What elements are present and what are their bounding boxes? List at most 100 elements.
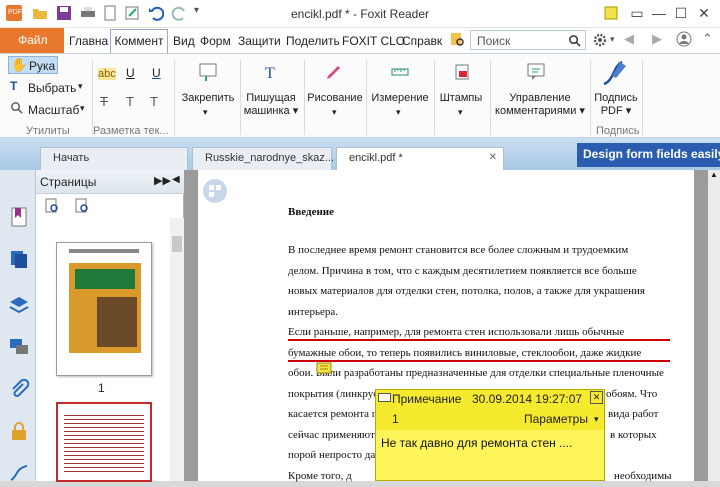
zoom-tool-button[interactable]: Масштаб ▾ [10,101,90,119]
search-tool-icon[interactable] [450,32,466,48]
pages-panel-toolbar [36,194,184,218]
stamps-chevron-icon[interactable]: ▾ [458,107,463,118]
tab-comment[interactable]: Коммент [110,29,168,53]
svg-text:T: T [265,65,275,82]
sign-label-2: PDF [600,105,623,117]
settings-chevron-icon[interactable]: ▾ [610,34,615,45]
settings-gear-icon[interactable] [592,32,608,48]
tab-encikl[interactable]: encikl.pdf * ✕ [336,147,504,170]
insert-text-icon[interactable]: T [150,94,158,109]
attachments-icon[interactable] [8,378,30,400]
text-line: обои. Были разработаны предназначенные д… [288,367,664,379]
zoom-icon [11,102,23,114]
options-chevron-icon[interactable]: ▾ [594,414,599,425]
nav-back-icon[interactable]: ◀ [624,31,634,47]
select-text-icon: T [10,79,18,93]
select-tool-button[interactable]: T Выбрать ▾ [10,79,88,97]
pages-icon[interactable] [8,248,30,270]
page-thumbnail-1[interactable] [56,242,152,376]
promo-banner[interactable]: Design form fields easily [577,143,720,167]
ruler-icon[interactable] [390,62,410,82]
sign-label-1: Подпись [594,92,638,104]
hand-tool-button[interactable]: ✋ Рука [8,56,58,74]
tab-foxit-cloud[interactable]: FOXIT CLO [342,32,405,53]
group-utilities-label: Утилиты [26,125,70,137]
underline-annotation[interactable] [288,339,670,341]
typewriter-icon[interactable]: T [262,62,282,82]
measure-chevron-icon[interactable]: ▾ [396,107,401,118]
close-tab-icon[interactable]: ✕ [489,148,497,168]
text-line: делом. Причина в том, что с каждым десят… [288,264,637,277]
select-label: Выбрать [28,81,77,95]
tab-file[interactable]: Файл [0,28,64,53]
bookmarks-icon[interactable] [8,206,30,228]
page-zoom-out-icon[interactable] [44,198,60,214]
pin-label[interactable]: Закрепить [180,92,236,105]
pencil-icon[interactable] [324,62,344,82]
note-text[interactable]: Не так давно для ремонта стен .... [381,436,572,450]
panel-collapse-icon[interactable]: ◀ [172,174,180,185]
thumbnails-scrollbar[interactable] [170,218,184,481]
tab-form[interactable]: Форм [200,32,231,53]
panel-expand-icon[interactable]: ▶▶ [154,174,171,187]
text-line-right: вида работ [608,408,659,420]
collapse-ribbon-icon[interactable]: ⌃ [702,31,713,47]
note-number: 1 [392,412,399,426]
qr-code-icon[interactable] [202,178,228,204]
highlight-text-icon[interactable]: abc [98,68,116,80]
tab-share[interactable]: Поделить [286,32,340,53]
scroll-up-icon[interactable]: ▲ [710,170,718,179]
close-note-icon[interactable]: ✕ [590,391,603,404]
group-sign-label: Подпись [596,125,640,137]
replace-text-icon[interactable]: T [126,94,134,109]
tab-protect[interactable]: Защити [238,32,281,53]
scroll-thumb[interactable] [172,236,182,252]
note-options-button[interactable]: Параметры [524,412,588,426]
nav-forward-icon[interactable]: ▶ [652,31,662,47]
sign-pdf-icon[interactable] [600,58,630,88]
zoom-chevron-icon: ▾ [80,103,85,113]
squiggly-underline-icon[interactable]: U [152,66,161,80]
hand-icon: ✋ [11,57,28,72]
search-icon[interactable] [568,34,581,47]
tab-home[interactable]: Главна [69,32,108,53]
restore-icon[interactable]: ▭ [628,4,646,22]
page-thumbnail-2[interactable] [56,402,152,482]
measure-label[interactable]: Измерение [368,92,432,105]
tab-help[interactable]: Справк [402,32,442,53]
tab-start[interactable]: Начать [40,147,188,170]
underline-text-icon[interactable]: U [126,66,135,80]
pin-note-icon[interactable] [198,62,218,82]
pin-chevron-icon[interactable]: ▾ [203,107,208,118]
minimize-icon[interactable]: — [650,4,668,22]
select-chevron-icon: ▾ [78,81,83,91]
group-text-markup-label: Разметка тек... [93,125,169,137]
drawing-label[interactable]: Рисование [306,92,364,105]
note-marker-icon[interactable] [316,362,332,376]
strikeout-text-icon[interactable]: T [100,94,108,109]
stamp-icon[interactable] [452,62,472,82]
manage-comments-label[interactable]: Управление комментариями ▾ [492,92,588,118]
pages-panel: Страницы ▶▶ ◀ 1 [36,170,184,482]
typewriter-label[interactable]: Пишущая машинка ▾ [242,92,300,118]
document-scrollbar[interactable]: ▲ [708,170,720,481]
comments-list-icon[interactable] [8,336,30,358]
tab-view[interactable]: Вид [173,32,195,53]
search-input[interactable]: Поиск [470,30,586,50]
comment-popup[interactable]: Примечание 30.09.2014 19:27:07 ✕ 1 Парам… [375,389,605,481]
security-lock-icon[interactable] [8,420,30,442]
sticky-icon[interactable] [603,5,619,21]
drawing-chevron-icon[interactable]: ▾ [332,107,337,118]
tab-russkie-skazki[interactable]: Russkie_narodnye_skaz... [192,147,334,170]
user-icon[interactable] [676,31,692,47]
sign-pdf-label[interactable]: Подпись PDF ▾ [592,92,640,118]
layers-icon[interactable] [8,294,30,316]
stamps-label[interactable]: Штампы [436,92,486,105]
manage-label-2: комментариями [495,105,577,117]
underline-annotation[interactable] [288,360,670,362]
manage-comments-icon[interactable] [526,62,546,82]
maximize-icon[interactable]: ☐ [672,4,690,22]
close-window-icon[interactable]: ✕ [695,4,713,22]
paragraph-1: В последнее время ремонт становится все … [288,240,668,322]
page-zoom-in-icon[interactable] [74,198,90,214]
